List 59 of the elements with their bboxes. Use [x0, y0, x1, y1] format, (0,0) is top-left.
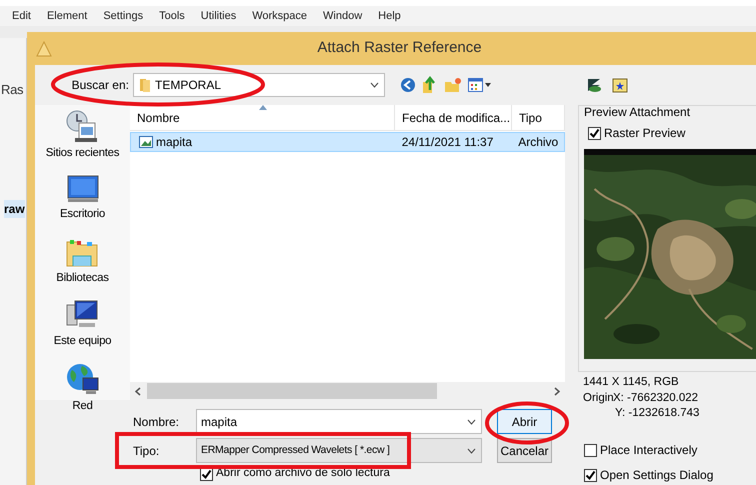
file-name-label: Nombre: [132, 414, 180, 430]
origin-label: Origin [583, 391, 613, 406]
horizontal-scrollbar[interactable] [130, 382, 565, 400]
column-header[interactable]: Nombre [130, 105, 395, 130]
raster-info: 1441 X 1145, RGB [583, 375, 680, 390]
group-title: Preview Attachment [584, 105, 692, 119]
raster-preview-label: Raster Preview [604, 125, 686, 142]
scroll-left-icon[interactable] [135, 386, 141, 396]
folder-icon [139, 77, 151, 93]
place-item[interactable]: Escritorio [60, 174, 106, 224]
place-item[interactable]: Red [66, 362, 100, 416]
file-name-field[interactable]: mapita [196, 409, 482, 434]
place-item[interactable]: Sitios recientes [46, 109, 120, 162]
clock-document-icon [65, 109, 100, 143]
place-item[interactable]: Bibliotecas [56, 236, 109, 287]
sort-arrow-icon [259, 105, 267, 110]
look-in-label: Buscar en: [70, 77, 130, 94]
menu-item[interactable]: Workspace [252, 8, 308, 24]
logo-icon [586, 77, 602, 93]
column-header[interactable]: Fecha de modifica... [395, 105, 512, 130]
warning-triangle-icon [36, 40, 52, 56]
file-type-label: Tipo: [132, 442, 160, 460]
folder-dropdown[interactable]: TEMPORAL [133, 73, 385, 97]
file-date: 24/11/2021 11:37 [400, 134, 494, 151]
window-title: Attach Raster Reference [316, 38, 483, 58]
dialog-button[interactable]: Abrir [497, 409, 552, 434]
option-label: Place Interactively [600, 442, 698, 459]
image-file-icon [139, 136, 153, 148]
globe-computer-icon [66, 362, 100, 396]
menu-item[interactable]: Element [46, 8, 88, 24]
origin-y: Y: -1232618.743 [614, 406, 700, 421]
origin-x: X: -7662320.022 [613, 391, 698, 406]
menu-item[interactable]: Edit [12, 8, 31, 24]
file-row[interactable]: mapita 24/11/2021 11:37 Archivo [130, 132, 565, 152]
checkbox[interactable] [584, 468, 597, 482]
up-folder-icon[interactable] [422, 76, 438, 94]
view-menu-icon[interactable] [468, 78, 492, 92]
menu-item[interactable]: Tools [159, 8, 185, 24]
menu-item[interactable]: Window [323, 8, 362, 24]
file-type-dropdown[interactable]: ERMapper Compressed Wavelets [ *.ecw ] [196, 438, 482, 463]
scroll-right-icon[interactable] [554, 386, 560, 396]
new-folder-icon[interactable] [444, 77, 462, 93]
menu-item[interactable]: Help [378, 8, 401, 24]
file-name: mapita [131, 133, 395, 151]
chevron-down-icon [370, 82, 379, 88]
chevron-down-icon [467, 448, 476, 454]
menu-item[interactable]: Utilities [200, 8, 236, 24]
back-icon[interactable] [400, 77, 416, 93]
column-header[interactable]: Tipo [512, 105, 565, 130]
place-item[interactable]: Este equipo [54, 298, 112, 350]
file-type: Archivo [517, 134, 560, 151]
desktop-icon [66, 174, 100, 204]
checkbox[interactable] [588, 126, 601, 140]
panel-label: raw [4, 200, 25, 218]
checkbox[interactable] [584, 444, 597, 456]
chevron-down-icon [467, 418, 476, 424]
option-label: Open Settings Dialog [600, 467, 714, 484]
panel-label: Ras [1, 81, 24, 99]
menu-item[interactable]: Settings [103, 8, 144, 24]
